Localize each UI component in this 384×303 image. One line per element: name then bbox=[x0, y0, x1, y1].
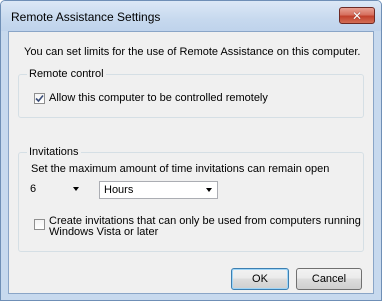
close-button[interactable]: ✕ bbox=[339, 7, 375, 24]
invitation-amount-value: 6 bbox=[30, 183, 37, 195]
cancel-button-label: Cancel bbox=[311, 273, 347, 285]
invitation-amount-dropdown[interactable]: 6 bbox=[25, 180, 85, 198]
allow-remote-control-checkbox[interactable] bbox=[34, 93, 45, 104]
vista-only-label-line2[interactable]: Windows Vista or later bbox=[49, 227, 158, 238]
remote-assistance-settings-dialog: Remote Assistance Settings ✕ You can set… bbox=[0, 0, 382, 301]
invitation-unit-value: Hours bbox=[104, 184, 134, 196]
cancel-button[interactable]: Cancel bbox=[296, 268, 362, 290]
title-bar[interactable]: Remote Assistance Settings ✕ bbox=[1, 1, 381, 31]
invitations-group: Invitations Set the maximum amount of ti… bbox=[18, 146, 364, 252]
chevron-down-icon bbox=[206, 188, 212, 192]
checkmark-icon bbox=[35, 94, 44, 103]
remote-control-group-label: Remote control bbox=[27, 68, 106, 80]
vista-only-checkbox[interactable] bbox=[34, 219, 45, 230]
remote-control-group: Remote control Allow this computer to be… bbox=[18, 68, 364, 118]
intro-text: You can set limits for the use of Remote… bbox=[24, 46, 361, 58]
chevron-down-icon bbox=[73, 187, 79, 191]
window-title: Remote Assistance Settings bbox=[11, 10, 161, 24]
invitation-time-prompt: Set the maximum amount of time invitatio… bbox=[31, 163, 330, 175]
invitations-group-label: Invitations bbox=[27, 146, 81, 158]
allow-remote-control-label[interactable]: Allow this computer to be controlled rem… bbox=[49, 93, 268, 104]
ok-button-label: OK bbox=[252, 273, 268, 285]
ok-button[interactable]: OK bbox=[231, 268, 289, 290]
dialog-body: You can set limits for the use of Remote… bbox=[8, 31, 374, 294]
invitation-unit-dropdown[interactable]: Hours bbox=[99, 181, 218, 199]
close-icon: ✕ bbox=[351, 8, 363, 23]
